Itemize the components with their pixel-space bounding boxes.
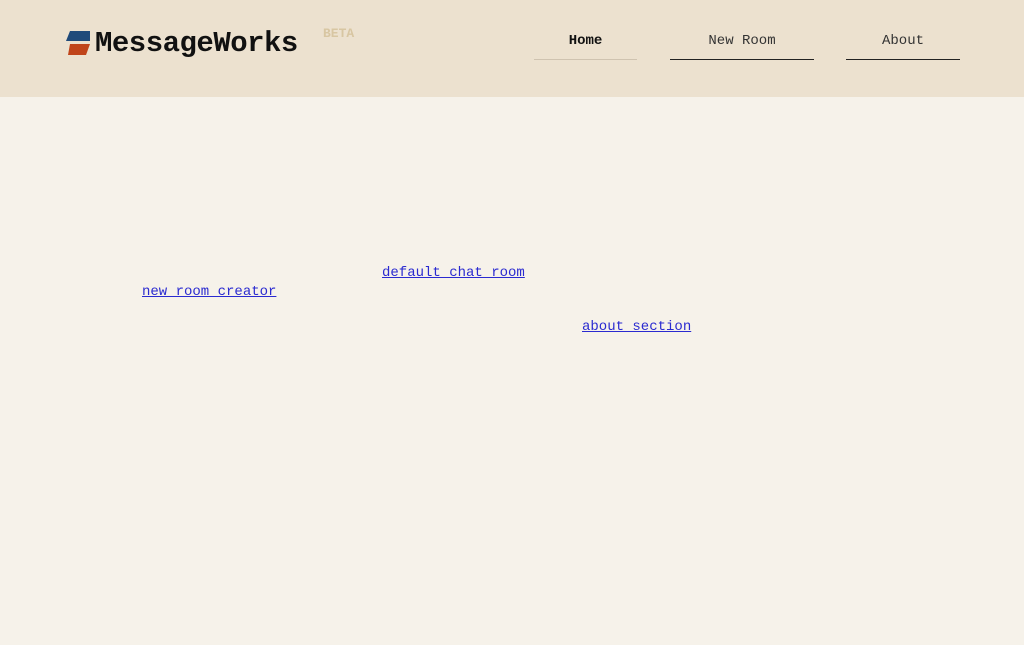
- beta-badge: BETA: [323, 26, 355, 41]
- nav-about[interactable]: About: [846, 32, 960, 60]
- logo-mark-icon: [66, 31, 90, 55]
- main-content: default chat room new room creator about…: [0, 97, 1024, 645]
- brand-name: MessageWorks: [95, 27, 298, 60]
- new-room-creator-link[interactable]: new room creator: [142, 284, 276, 300]
- nav-new-room[interactable]: New Room: [670, 32, 814, 60]
- nav-home[interactable]: Home: [534, 32, 637, 60]
- about-section-link[interactable]: about section: [582, 319, 691, 335]
- site-header: MessageWorks BETA Home New Room About: [0, 0, 1024, 97]
- default-chat-room-link[interactable]: default chat room: [382, 265, 525, 281]
